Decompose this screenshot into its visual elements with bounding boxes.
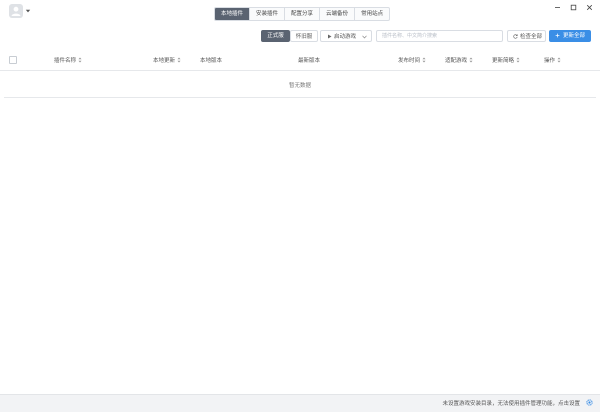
column-game-label: 适配游戏 (445, 58, 468, 64)
column-latest-version-label: 最新版本 (298, 58, 321, 64)
column-local-update-label: 本地更新 (153, 58, 176, 64)
check-all-label: 检查全部 (520, 34, 543, 40)
tab-install-plugins[interactable]: 安装插件 (250, 8, 286, 20)
minimize-icon[interactable] (553, 3, 562, 12)
column-header-game[interactable]: 适配游戏 (445, 56, 473, 64)
sort-icon (516, 57, 520, 63)
user-avatar[interactable] (9, 4, 23, 18)
search-input[interactable]: 插件名称、中文简介搜索 (376, 30, 503, 42)
official-server-button[interactable]: 正式服 (261, 30, 290, 42)
column-header-local-version: 本地版本 (200, 56, 222, 64)
check-all-button[interactable]: 检查全部 (507, 30, 546, 42)
plus-icon (555, 33, 560, 38)
column-action-label: 操作 (544, 58, 556, 64)
chevron-down-icon (362, 35, 367, 39)
tab-local-plugins[interactable]: 本地插件 (215, 8, 251, 20)
sort-icon (78, 57, 82, 63)
sort-icon (177, 57, 181, 63)
column-local-version-label: 本地版本 (200, 58, 223, 64)
tab-config-share[interactable]: 配置分享 (285, 8, 321, 20)
column-summary-label: 更新简略 (492, 58, 515, 64)
caret-down-icon[interactable] (25, 8, 31, 14)
refresh-icon (513, 34, 518, 39)
launch-game-label: 启动游戏 (334, 34, 357, 40)
user-icon (11, 6, 21, 16)
classic-server-button[interactable]: 怀旧服 (290, 30, 318, 42)
sort-icon (557, 57, 561, 63)
sort-icon (469, 57, 473, 63)
close-icon[interactable] (585, 3, 594, 12)
sort-icon (422, 57, 426, 63)
main-tabs: 本地插件 安装插件 配置分享 云端备份 常用站点 (214, 7, 391, 21)
status-message[interactable]: 未设置游戏安装目录，无法使用插件管理功能，点击设置 (442, 399, 580, 407)
column-release-time-label: 发布时间 (398, 58, 421, 64)
column-header-action[interactable]: 操作 (544, 56, 561, 64)
column-header-local-update[interactable]: 本地更新 (153, 56, 181, 64)
launch-game-dropdown[interactable]: 启动游戏 (320, 30, 372, 42)
tab-common-sites[interactable]: 常用站点 (355, 8, 389, 20)
column-header-release-time[interactable]: 发布时间 (398, 56, 426, 64)
column-name-label: 插件名称 (54, 58, 77, 64)
column-header-summary[interactable]: 更新简略 (492, 56, 520, 64)
status-bar: 未设置游戏安装目录，无法使用插件管理功能，点击设置 (0, 394, 600, 412)
title-bar: 本地插件 安装插件 配置分享 云端备份 常用站点 (0, 0, 600, 26)
column-header-name[interactable]: 插件名称 (54, 56, 82, 64)
empty-table-row: 暂无数据 (4, 71, 596, 98)
select-all-checkbox[interactable] (9, 56, 17, 64)
update-all-button[interactable]: 更新全部 (549, 30, 591, 42)
tab-cloud-backup[interactable]: 云端备份 (320, 8, 356, 20)
settings-icon[interactable] (586, 399, 593, 406)
play-icon (328, 34, 332, 39)
update-all-label: 更新全部 (563, 33, 586, 39)
column-header-latest-version: 最新版本 (298, 56, 320, 64)
maximize-icon[interactable] (569, 3, 578, 12)
empty-state-text: 暂无数据 (288, 83, 311, 89)
